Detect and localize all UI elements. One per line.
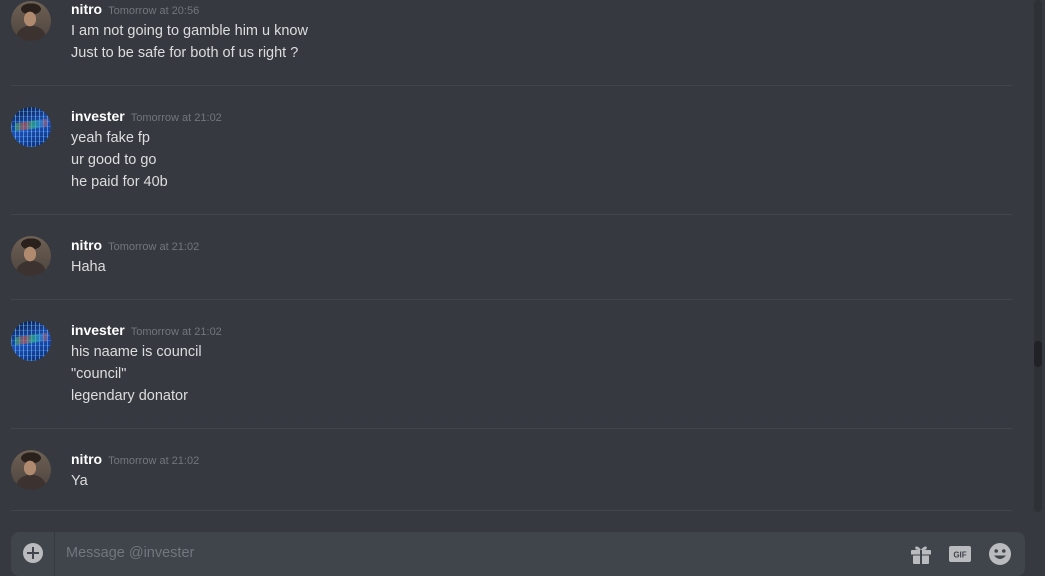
timestamp: Tomorrow at 21:02: [130, 326, 222, 338]
message-text: he paid for 40b: [71, 174, 168, 190]
gif-icon[interactable]: GIF: [948, 542, 972, 566]
avatar[interactable]: [11, 107, 51, 147]
message-header: nitro Tomorrow at 21:02: [71, 237, 199, 257]
message-text: ur good to go: [71, 152, 157, 168]
plus-circle-icon[interactable]: [23, 543, 43, 563]
avatar[interactable]: [11, 450, 51, 490]
message-divider: [11, 510, 1012, 511]
smile-icon[interactable]: [988, 542, 1012, 566]
message-header: nitro Tomorrow at 21:02: [71, 451, 199, 471]
message-group: invester Tomorrow at 21:02 his naame is c…: [0, 300, 1030, 429]
message-text: yeah fake fp: [71, 130, 150, 146]
message-text: I am not going to gamble him u know: [71, 23, 308, 39]
message-group: nitro Tomorrow at 20:56 I am not going to…: [0, 0, 1030, 86]
message-header: invester Tomorrow at 21:02: [71, 108, 222, 128]
username[interactable]: nitro: [71, 237, 102, 253]
gif-label: GIF: [953, 551, 966, 560]
message-text: legendary donator: [71, 388, 188, 404]
timestamp: Tomorrow at 21:02: [130, 112, 222, 124]
gift-icon[interactable]: [909, 542, 933, 566]
avatar[interactable]: [11, 1, 51, 41]
message-header: nitro Tomorrow at 20:56: [71, 1, 199, 21]
scrollbar-track[interactable]: [1034, 0, 1042, 512]
chat-view: nitro Tomorrow at 20:56 I am not going to…: [0, 0, 1045, 576]
message-text: "council": [71, 366, 127, 382]
message-group: invester Tomorrow at 21:02 yeah fake fp u…: [0, 86, 1030, 215]
username[interactable]: invester: [71, 108, 125, 124]
message-text: Just to be safe for both of us right ?: [71, 45, 299, 61]
message-text: Ya: [71, 473, 88, 489]
timestamp: Tomorrow at 21:02: [108, 241, 200, 253]
timestamp: Tomorrow at 20:56: [108, 5, 200, 17]
username[interactable]: nitro: [71, 451, 102, 467]
message-composer: GIF: [11, 532, 1025, 576]
message-text: Haha: [71, 259, 106, 275]
composer-divider: [54, 532, 55, 576]
message-list: nitro Tomorrow at 20:56 I am not going to…: [0, 0, 1030, 512]
username[interactable]: nitro: [71, 1, 102, 17]
avatar[interactable]: [11, 236, 51, 276]
timestamp: Tomorrow at 21:02: [108, 455, 200, 467]
username[interactable]: invester: [71, 322, 125, 338]
message-text: his naame is council: [71, 344, 202, 360]
message-header: invester Tomorrow at 21:02: [71, 322, 222, 342]
message-group: nitro Tomorrow at 21:02 Haha: [0, 215, 1030, 300]
message-group: nitro Tomorrow at 21:02 Ya: [0, 429, 1030, 511]
avatar[interactable]: [11, 321, 51, 361]
message-input[interactable]: [66, 542, 886, 564]
scrollbar-thumb[interactable]: [1034, 341, 1042, 367]
